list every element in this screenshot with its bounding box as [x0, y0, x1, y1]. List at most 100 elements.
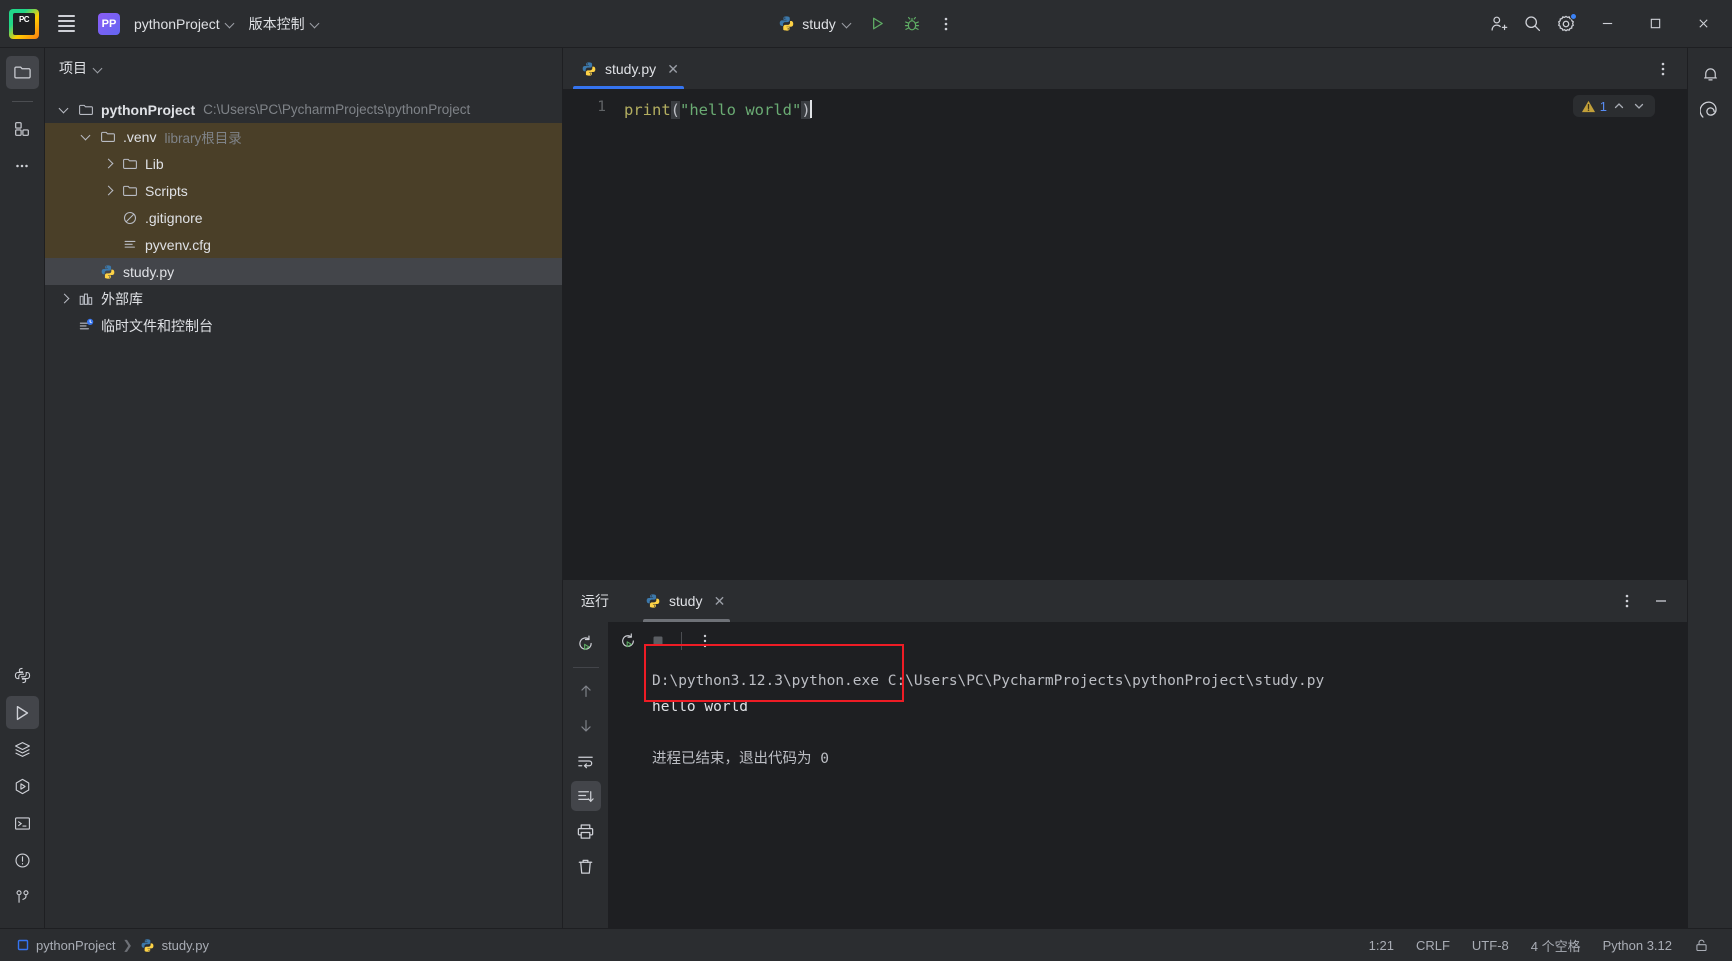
- tree-item-scripts[interactable]: Scripts: [45, 177, 562, 204]
- ai-assistant-button[interactable]: [1694, 95, 1727, 128]
- soft-wrap-button[interactable]: [571, 746, 601, 776]
- spiral-ai-icon: [1699, 101, 1717, 118]
- chevron-down-icon: [311, 19, 320, 28]
- chevron-right-icon[interactable]: [97, 187, 119, 195]
- project-panel-title-dropdown[interactable]: 项目: [59, 58, 103, 78]
- tree-item-lib[interactable]: Lib: [45, 150, 562, 177]
- code-line-1: print("hello world"): [618, 99, 1687, 121]
- maximize-window-button[interactable]: [1632, 1, 1678, 47]
- print-icon: [577, 823, 594, 839]
- sidebar-item-problems[interactable]: [6, 844, 39, 877]
- debug-button[interactable]: [896, 8, 928, 40]
- tree-item-label: pyvenv.cfg: [145, 236, 211, 253]
- tree-item-venv[interactable]: .venv library根目录: [45, 123, 562, 150]
- tree-item-gitignore[interactable]: .gitignore: [45, 204, 562, 231]
- sidebar-item-run[interactable]: [5, 696, 39, 729]
- sidebar-item-profiler[interactable]: [6, 770, 39, 803]
- tree-item-[interactable]: 临时文件和控制台: [45, 312, 562, 339]
- run-button[interactable]: [862, 8, 894, 40]
- sidebar-item-version-control[interactable]: [6, 881, 39, 914]
- run-tab-close-icon[interactable]: ✕: [710, 592, 728, 610]
- breadcrumb-file[interactable]: study.py: [135, 935, 214, 956]
- breadcrumb-project[interactable]: pythonProject: [12, 935, 121, 956]
- chevron-down-icon[interactable]: [1631, 98, 1647, 114]
- rerun-button[interactable]: [571, 628, 601, 658]
- editor-tab-label: study.py: [605, 60, 657, 77]
- sidebar-item-more[interactable]: [6, 149, 39, 182]
- print-button[interactable]: [571, 816, 601, 846]
- add-user-icon: [1491, 16, 1507, 31]
- minimize-window-button[interactable]: [1584, 1, 1630, 47]
- project-widget[interactable]: PP pythonProject: [91, 9, 242, 39]
- arrow-up-icon: [580, 685, 591, 697]
- chevron-right-icon[interactable]: [97, 160, 119, 168]
- folder-icon: [119, 183, 141, 199]
- title-bar-right-group: [1482, 1, 1728, 47]
- sidebar-item-services[interactable]: [6, 733, 39, 766]
- gitignore-icon: [119, 210, 141, 226]
- code-content[interactable]: print("hello world"): [618, 89, 1687, 579]
- clear-all-button[interactable]: [571, 851, 601, 881]
- sidebar-item-project[interactable]: [5, 56, 39, 89]
- breadcrumb-project-label: pythonProject: [36, 937, 116, 953]
- minimize-icon: [1656, 600, 1666, 602]
- title-bar: PC PP pythonProject 版本控制 study: [0, 0, 1732, 48]
- file-encoding[interactable]: UTF-8: [1463, 934, 1518, 957]
- scroll-to-end-icon: [578, 790, 594, 802]
- sidebar-item-terminal[interactable]: [6, 807, 39, 840]
- trash-icon: [578, 859, 593, 874]
- sidebar-item-python-console[interactable]: [6, 659, 39, 692]
- tree-item-subtext: C:\Users\PC\PycharmProjects\pythonProjec…: [203, 102, 471, 117]
- console-output-area[interactable]: D:\python3.12.3\python.exe C:\Users\PC\P…: [608, 622, 1687, 928]
- console-rerun-button[interactable]: [614, 627, 642, 655]
- inspection-widget[interactable]: 1: [1572, 95, 1655, 117]
- run-panel-hide-button[interactable]: [1645, 585, 1677, 617]
- line-number-gutter: 1: [563, 89, 618, 579]
- editor-options-button[interactable]: [1647, 53, 1679, 85]
- tree-item-pythonproject[interactable]: pythonProject C:\Users\PC\PycharmProjects…: [45, 96, 562, 123]
- tree-arrow: [104, 160, 112, 168]
- scroll-to-end-button[interactable]: [570, 781, 601, 811]
- tree-item-study-py[interactable]: study.py: [45, 258, 562, 285]
- run-panel-title: 运行: [581, 593, 609, 609]
- minimize-icon: [1602, 22, 1612, 25]
- scroll-down-button[interactable]: [571, 711, 601, 741]
- pycharm-logo-icon: PC: [9, 8, 39, 39]
- line-separator[interactable]: CRLF: [1407, 934, 1459, 957]
- settings-button[interactable]: [1550, 8, 1582, 40]
- main-menu-icon[interactable]: [49, 7, 83, 41]
- tree-item-[interactable]: 外部库: [45, 285, 562, 312]
- run-panel-options-button[interactable]: [1611, 585, 1643, 617]
- close-window-button[interactable]: [1680, 1, 1726, 47]
- caret-position[interactable]: 1:21: [1360, 934, 1403, 957]
- python-interpreter[interactable]: Python 3.12: [1594, 934, 1681, 957]
- chevron-down-icon[interactable]: [53, 106, 75, 114]
- sidebar-item-commit[interactable]: [6, 112, 39, 145]
- console-more-button[interactable]: [691, 627, 719, 655]
- chevron-up-icon[interactable]: [1611, 98, 1627, 114]
- chevron-right-icon[interactable]: [53, 295, 75, 303]
- tree-item-pyvenv-cfg[interactable]: pyvenv.cfg: [45, 231, 562, 258]
- run-more-button[interactable]: [930, 8, 962, 40]
- vcs-widget[interactable]: 版本控制: [242, 9, 327, 39]
- read-only-toggle[interactable]: [1685, 934, 1718, 957]
- run-configuration-selector[interactable]: study: [770, 9, 859, 39]
- run-tab-study[interactable]: study ✕: [637, 580, 736, 622]
- search-everywhere-button[interactable]: [1516, 8, 1548, 40]
- python-icon: [101, 264, 115, 279]
- console-toolbar: [608, 622, 1687, 660]
- editor-tab-close-icon[interactable]: ✕: [664, 60, 682, 78]
- notifications-button[interactable]: [1694, 58, 1727, 91]
- editor-tab-study-py[interactable]: study.py ✕: [563, 48, 692, 89]
- indent-setting[interactable]: 4 个空格: [1522, 932, 1590, 959]
- tree-arrow: [60, 295, 68, 303]
- python-icon: [14, 667, 30, 684]
- scroll-up-button[interactable]: [571, 676, 601, 706]
- code-with-me-button[interactable]: [1482, 8, 1514, 40]
- console-stop-button[interactable]: [644, 627, 672, 655]
- chevron-down-icon[interactable]: [75, 133, 97, 141]
- code-editor[interactable]: 1 print("hello world") 1: [563, 89, 1687, 579]
- warning-circle-icon: [14, 853, 30, 868]
- breadcrumb-file-label: study.py: [161, 937, 210, 953]
- run-panel-header: 运行 study ✕: [563, 580, 1687, 622]
